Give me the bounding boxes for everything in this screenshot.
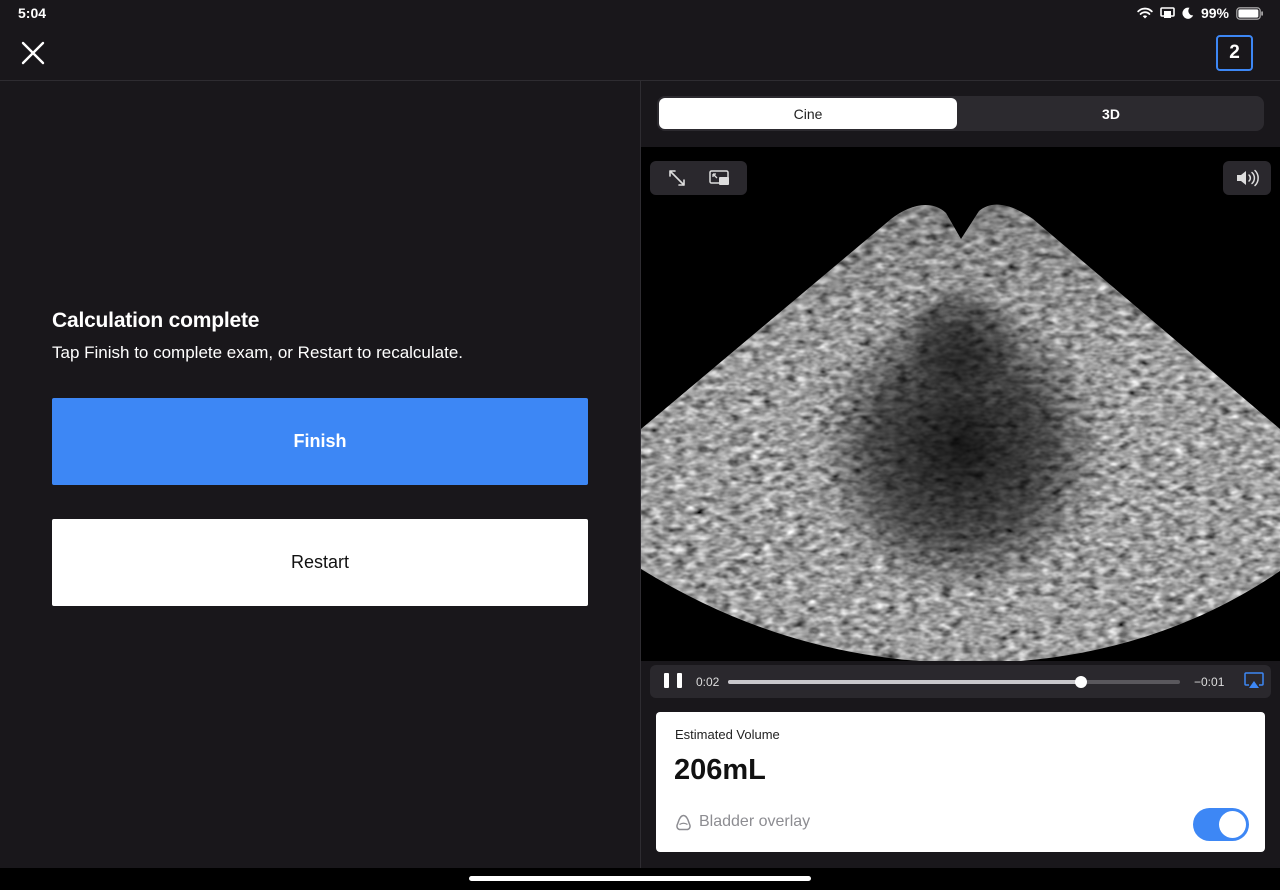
exam-count: 2 [1229,42,1240,63]
scrubber-handle[interactable] [1074,676,1087,688]
status-bar: 5:04 99% [0,0,1280,26]
calculation-subtitle: Tap Finish to complete exam, or Restart … [52,343,464,362]
left-panel: Calculation complete Tap Finish to compl… [0,81,640,868]
ultrasound-viewer[interactable] [641,147,1280,661]
expand-button[interactable] [660,163,694,193]
bladder-overlay-row: Bladder overlay [675,813,810,831]
home-indicator[interactable] [469,876,811,881]
scrubber[interactable] [728,676,1180,688]
viewer-tool-group [650,161,747,195]
ultrasound-image [641,204,1280,661]
close-icon [21,41,45,65]
right-panel: Cine 3D 0:02 −0:01 Estimated Volume 206m… [641,81,1280,868]
close-button[interactable] [16,36,50,70]
calculation-title: Calculation complete [52,309,260,332]
picture-in-picture-button[interactable] [703,163,737,193]
home-bar-area [0,868,1280,890]
toggle-knob [1219,811,1246,838]
speaker-icon [1237,169,1259,187]
pause-icon-bar-right [677,673,682,688]
time-remaining: −0:01 [1194,675,1225,689]
restart-button[interactable]: Restart [52,519,588,606]
airplay-icon [1244,672,1264,688]
tab-cine[interactable]: Cine [659,98,957,129]
app-screen: 5:04 99% 2 Calculation complete Tap Fini… [0,0,1280,890]
screen-mirroring-icon [1160,7,1175,18]
pause-icon-bar-left [664,673,669,688]
picture-in-picture-icon [709,170,729,185]
expand-icon [669,170,686,186]
tab-3d[interactable]: 3D [961,98,1261,129]
time-elapsed: 0:02 [696,675,720,689]
finish-button[interactable]: Finish [52,398,588,485]
bladder-overlay-toggle[interactable] [1193,808,1249,841]
status-icons: 99% [1137,5,1264,21]
pause-button[interactable] [664,673,682,691]
bladder-overlay-label: Bladder overlay [699,813,811,830]
bladder-icon [676,814,691,830]
estimated-volume-card: Estimated Volume 206mL Bladder overlay [656,712,1265,852]
wifi-icon [1137,7,1153,19]
estimated-volume-label: Estimated Volume [675,727,780,742]
sound-button[interactable] [1223,161,1271,195]
cine-player: 0:02 −0:01 [650,665,1271,698]
battery-percent: 99% [1200,5,1229,21]
viewer-mode-segmented-control: Cine 3D [657,96,1264,131]
status-time: 5:04 [18,5,47,21]
exam-count-badge[interactable]: 2 [1216,35,1253,71]
battery-icon [1236,6,1263,20]
moon-icon [1182,7,1194,19]
airplay-button[interactable] [1244,672,1264,692]
estimated-volume-value: 206mL [674,754,766,786]
scrubber-progress [728,680,1081,684]
